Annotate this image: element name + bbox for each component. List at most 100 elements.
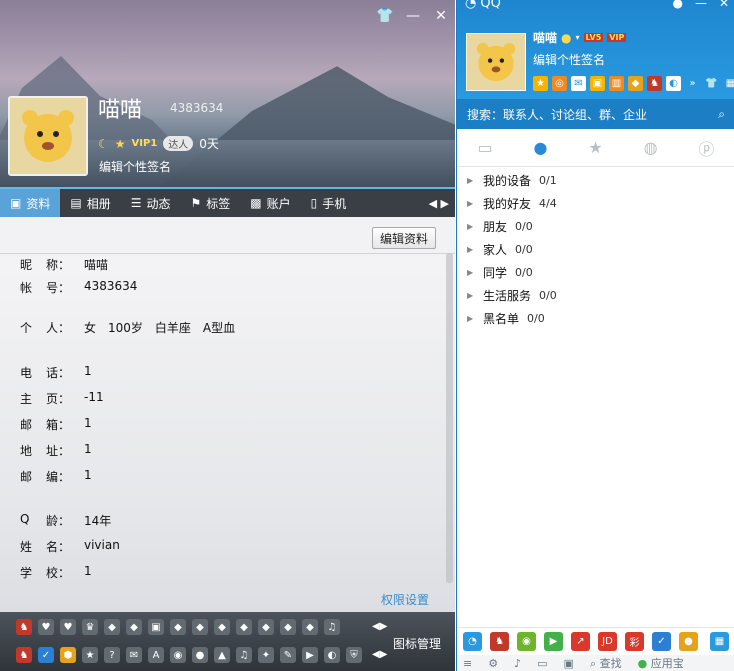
tab-album[interactable]: ▤ 相册: [60, 189, 120, 217]
mail-icon[interactable]: ✉: [126, 647, 142, 663]
hat-icon[interactable]: ▲: [214, 647, 230, 663]
tab-phone[interactable]: ▯ 手机: [301, 189, 357, 217]
tab-account[interactable]: ▩ 账户: [240, 189, 300, 217]
diamond-icon[interactable]: ◆: [236, 619, 252, 635]
main-menu-icon[interactable]: ≡: [463, 657, 472, 670]
tab-tags[interactable]: ⚑ 标签: [181, 189, 241, 217]
shop-icon[interactable]: ▥: [609, 76, 624, 91]
music-icon[interactable]: ♫: [236, 647, 252, 663]
pet-icon[interactable]: ●: [679, 632, 698, 651]
group-item[interactable]: ▶ 我的设备 0/1: [467, 169, 557, 192]
qq-browser-icon[interactable]: ◔: [463, 632, 482, 651]
play-icon[interactable]: ▶: [302, 647, 318, 663]
game-center-icon[interactable]: ◉: [517, 632, 536, 651]
diamond-icon[interactable]: ◆: [126, 619, 142, 635]
edit-profile-button[interactable]: 编辑资料: [372, 227, 436, 249]
tab-profile[interactable]: ▣ 资料: [0, 189, 61, 217]
paint-icon[interactable]: ✎: [280, 647, 296, 663]
qq-signature[interactable]: 编辑个性签名: [533, 51, 605, 68]
tab-feed[interactable]: ☰ 动态: [121, 189, 181, 217]
permission-settings-link[interactable]: 权限设置: [381, 591, 429, 608]
close-icon[interactable]: ✕: [433, 8, 449, 24]
diamond-icon[interactable]: ◆: [170, 619, 186, 635]
security-icon[interactable]: ✓: [652, 632, 671, 651]
group-item[interactable]: ▶ 朋友 0/0: [467, 215, 557, 238]
video-icon[interactable]: ▶: [544, 632, 563, 651]
stock-icon[interactable]: ↗: [571, 632, 590, 651]
settings-icon[interactable]: ⚙: [488, 657, 498, 670]
diamond-icon[interactable]: ◆: [302, 619, 318, 635]
close-icon[interactable]: ✕: [719, 0, 729, 10]
group-item[interactable]: ▶ 生活服务 0/0: [467, 284, 557, 307]
vip-badge[interactable]: VIP: [607, 33, 627, 42]
game-icon[interactable]: ▣: [148, 619, 164, 635]
contacts-icon[interactable]: ●: [533, 138, 547, 157]
scrollbar[interactable]: [446, 253, 453, 583]
icon-row-arrows[interactable]: ◀▶: [372, 621, 387, 632]
star-icon[interactable]: ★: [115, 137, 126, 151]
music-icon[interactable]: ♫: [324, 619, 340, 635]
vip-badge[interactable]: VIP1: [132, 138, 158, 149]
group-item[interactable]: ▶ 黑名单 0/0: [467, 307, 557, 330]
signature-field[interactable]: 编辑个性签名: [99, 158, 171, 175]
group-item[interactable]: ▶ 家人 0/0: [467, 238, 557, 261]
tencent-icon[interactable]: ◐: [324, 647, 340, 663]
mail-icon[interactable]: ✉: [571, 76, 586, 91]
folder-icon[interactable]: ▭: [537, 657, 547, 670]
game-icon[interactable]: ◆: [628, 76, 643, 91]
apps-grid-icon[interactable]: ▦: [710, 632, 729, 651]
app-icon[interactable]: A: [148, 647, 164, 663]
status-icon[interactable]: ●: [561, 31, 571, 45]
crown-icon[interactable]: ♛: [82, 619, 98, 635]
app-store-button[interactable]: ● 应用宝: [638, 655, 684, 671]
qq-penguin-icon[interactable]: ♞: [16, 619, 32, 635]
moon-icon[interactable]: ☾: [98, 137, 109, 151]
status-dropdown-icon[interactable]: ▾: [576, 33, 580, 42]
icon-row-arrows[interactable]: ◀▶: [372, 649, 387, 660]
app-manager-icon[interactable]: ▦: [723, 76, 734, 91]
tab-scroll-arrows[interactable]: ◀ ▶: [423, 189, 455, 217]
penguin-icon[interactable]: ♞: [490, 632, 509, 651]
more-icon[interactable]: »: [685, 76, 700, 91]
penguin-icon[interactable]: ♞: [647, 76, 662, 91]
diamond-icon[interactable]: ◆: [214, 619, 230, 635]
qzone-icon[interactable]: ◎: [552, 76, 567, 91]
find-button[interactable]: ⌕ 查找: [590, 655, 622, 671]
group-item[interactable]: ▶ 我的好友 4/4: [467, 192, 557, 215]
icon-manager-button[interactable]: 图标管理: [393, 635, 441, 652]
wallet-icon[interactable]: ▣: [590, 76, 605, 91]
search-bar[interactable]: 搜索：联系人、讨论组、群、企业 ⌕: [457, 99, 734, 129]
daren-badge[interactable]: 达人: [163, 136, 194, 151]
avatar[interactable]: [466, 33, 526, 91]
box-icon[interactable]: ▣: [564, 657, 574, 670]
star-icon[interactable]: ★: [533, 76, 548, 91]
pet-icon[interactable]: ●: [192, 647, 208, 663]
avatar[interactable]: [8, 96, 88, 176]
security-icon[interactable]: ⬢: [60, 647, 76, 663]
jd-icon[interactable]: JD: [598, 632, 617, 651]
diamond-icon[interactable]: ◆: [192, 619, 208, 635]
search-input[interactable]: 搜索：联系人、讨论组、群、企业: [467, 106, 647, 123]
shield-icon[interactable]: ✓: [38, 647, 54, 663]
volume-icon[interactable]: ♪: [514, 657, 521, 670]
heart-icon[interactable]: ♥: [38, 619, 54, 635]
diamond-icon[interactable]: ◆: [280, 619, 296, 635]
search-icon[interactable]: ⌕: [718, 107, 725, 122]
level-badge[interactable]: LV5: [583, 33, 604, 42]
minimize-icon[interactable]: —: [405, 8, 421, 24]
message-icon[interactable]: ▭: [477, 138, 492, 157]
dance-icon[interactable]: ✦: [258, 647, 274, 663]
tencent-icon[interactable]: ◐: [666, 76, 681, 91]
weather-icon[interactable]: ●: [672, 0, 682, 10]
qq-penguin-icon[interactable]: ♞: [16, 647, 32, 663]
shield-icon[interactable]: ⛨: [346, 647, 362, 663]
star-icon[interactable]: ★: [82, 647, 98, 663]
favorite-icon[interactable]: ★: [588, 138, 602, 157]
diamond-icon[interactable]: ◆: [104, 619, 120, 635]
camera-icon[interactable]: ◉: [170, 647, 186, 663]
group-item[interactable]: ▶ 同学 0/0: [467, 261, 557, 284]
skin-icon[interactable]: 👕: [704, 76, 719, 91]
skin-icon[interactable]: 👕: [376, 8, 393, 24]
minimize-icon[interactable]: —: [695, 0, 707, 10]
discussion-icon[interactable]: ⓟ: [698, 136, 714, 160]
